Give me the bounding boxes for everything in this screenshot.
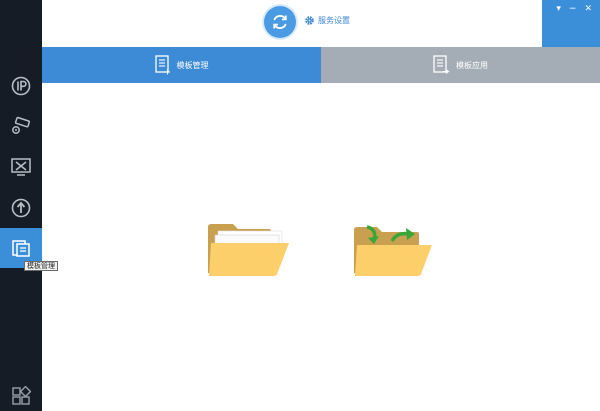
- upgrade-icon: [11, 198, 31, 218]
- tab-label: 模板管理: [176, 60, 209, 70]
- folder-move-icon[interactable]: [353, 223, 433, 277]
- grid-icon: [12, 386, 31, 405]
- service-settings-link[interactable]: 服务设置: [304, 15, 350, 26]
- close-button[interactable]: ✕: [584, 4, 592, 47]
- top-bar: 服务设置 ▾ − ✕: [42, 0, 600, 47]
- sidebar-item-upgrade[interactable]: [0, 188, 42, 228]
- tab-template-apply[interactable]: 模板应用: [321, 47, 600, 83]
- menu-button[interactable]: ▾: [556, 4, 561, 47]
- service-settings-label: 服务设置: [318, 16, 350, 25]
- sidebar-item-camera[interactable]: [0, 106, 42, 146]
- gear-icon: [305, 16, 314, 25]
- refresh-icon: [273, 15, 287, 29]
- minimize-button[interactable]: −: [569, 4, 577, 47]
- tab-bar: 模板管理 模板应用: [42, 47, 600, 83]
- camera-settings-icon: [12, 116, 31, 134]
- tab-template-management[interactable]: 模板管理: [42, 47, 321, 83]
- sync-button[interactable]: [264, 6, 296, 38]
- template-icon: [12, 240, 30, 257]
- sidebar-item-tools[interactable]: [0, 147, 42, 187]
- document-export-icon: [433, 55, 450, 74]
- sidebar: [0, 0, 42, 411]
- sidebar-item-grid[interactable]: [0, 376, 42, 411]
- open-folder-icon[interactable]: [207, 223, 291, 277]
- main-content: [42, 83, 600, 411]
- ip-icon: [11, 76, 31, 96]
- window-controls: ▾ − ✕: [542, 0, 600, 47]
- sidebar-tooltip: 模板管理: [24, 261, 58, 271]
- sidebar-item-ip[interactable]: [0, 66, 42, 106]
- tab-label: 模板应用: [456, 60, 488, 70]
- document-add-icon: [154, 55, 170, 75]
- tools-icon: [11, 158, 31, 176]
